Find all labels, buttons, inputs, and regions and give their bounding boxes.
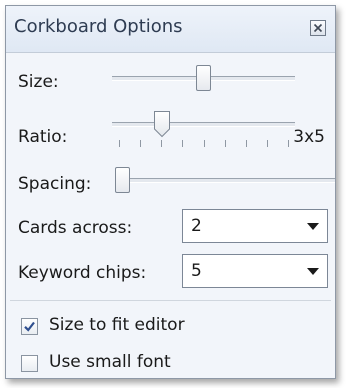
ratio-tick (288, 140, 289, 147)
ratio-tick (140, 140, 141, 147)
cards-across-label: Cards across: (18, 218, 133, 238)
ratio-tick (161, 140, 162, 147)
spacing-slider-thumb[interactable] (115, 167, 130, 193)
section-divider (10, 300, 331, 301)
close-icon (313, 23, 323, 33)
keyword-chips-dropdown[interactable]: 5 (182, 254, 328, 288)
size-to-fit-editor-checkbox[interactable] (21, 318, 38, 335)
ratio-label: Ratio: (18, 127, 68, 147)
corkboard-options-panel: Corkboard Options Size: Ratio: 3x5 Spaci… (5, 5, 336, 379)
size-to-fit-editor-label[interactable]: Size to fit editor (49, 315, 185, 335)
panel-title-bar: Corkboard Options (6, 6, 335, 53)
ratio-slider-thumb[interactable] (153, 110, 171, 138)
ratio-tick (246, 140, 247, 147)
keyword-chips-value: 5 (191, 261, 202, 281)
chevron-down-icon (307, 223, 319, 230)
keyword-chips-label: Keyword chips: (18, 263, 147, 283)
spacing-label: Spacing: (18, 174, 92, 194)
ratio-tick (204, 140, 205, 147)
size-label: Size: (18, 72, 59, 92)
ratio-slider[interactable] (112, 109, 295, 139)
ratio-tick (267, 140, 268, 147)
use-small-font-checkbox[interactable] (21, 355, 38, 372)
ratio-tick (119, 140, 120, 147)
cards-across-dropdown[interactable]: 2 (182, 209, 328, 243)
size-slider[interactable] (112, 63, 295, 93)
cards-across-value: 2 (191, 216, 202, 236)
close-button[interactable] (310, 20, 326, 36)
ratio-tick-marks (119, 140, 289, 148)
ratio-slider-track (112, 122, 295, 127)
size-slider-thumb[interactable] (196, 65, 211, 91)
panel-title: Corkboard Options (14, 16, 183, 37)
use-small-font-label[interactable]: Use small font (49, 352, 171, 372)
spacing-slider-track (115, 178, 335, 183)
spacing-slider[interactable] (115, 165, 335, 195)
ratio-value: 3x5 (293, 127, 325, 147)
checkmark-icon (24, 321, 35, 332)
ratio-tick (182, 140, 183, 147)
chevron-down-icon (307, 268, 319, 275)
ratio-tick (225, 140, 226, 147)
